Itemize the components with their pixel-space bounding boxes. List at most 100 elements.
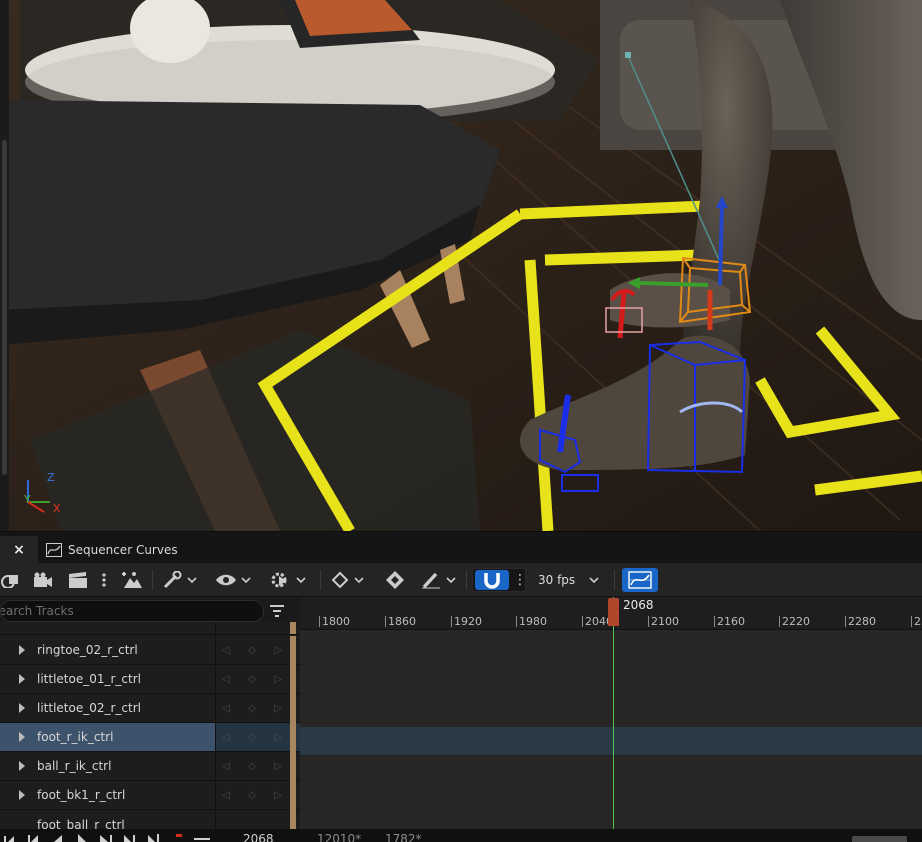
ruler-tick-label: 1860 bbox=[385, 615, 416, 628]
add-key-icon[interactable] bbox=[382, 568, 408, 592]
snap-toggle[interactable]: ⋮ bbox=[472, 568, 527, 592]
frame-rate-value: 30 fps bbox=[538, 573, 576, 587]
key-diamond-icon bbox=[331, 571, 364, 589]
current-frame-field[interactable]: 2068 bbox=[243, 832, 274, 842]
viewport-scene bbox=[0, 0, 922, 531]
timeline-row[interactable] bbox=[300, 752, 922, 781]
playhead-frame-label: 2068 bbox=[623, 598, 654, 612]
track-row[interactable]: ringtoe_01_r_ctrl bbox=[0, 622, 300, 635]
viewport-scrollbar[interactable] bbox=[2, 140, 7, 475]
level-viewport[interactable]: Z Y X bbox=[0, 0, 922, 531]
next-key-icon: ▷ bbox=[274, 673, 282, 685]
sequencer-toolbar: ⋮ 30 fps bbox=[0, 563, 922, 597]
tools-dropdown[interactable] bbox=[160, 568, 200, 592]
timeline-panel[interactable]: 1800 1860 1920 1980 2040 2100 2160 2220 … bbox=[300, 597, 922, 829]
curve-graph-icon bbox=[628, 571, 652, 589]
curve-editor-icon bbox=[46, 543, 62, 557]
visibility-dropdown[interactable] bbox=[214, 568, 254, 592]
key-navigation[interactable]: ◁ ◇ ▷ bbox=[222, 672, 282, 686]
expand-arrow-icon[interactable] bbox=[19, 761, 25, 771]
previous-key-icon: ◁ bbox=[222, 789, 230, 801]
add-key-icon: ◇ bbox=[248, 702, 256, 714]
ruler-tick-label: 2280 bbox=[845, 615, 876, 628]
timeline-row[interactable] bbox=[300, 694, 922, 723]
timeline-row[interactable] bbox=[300, 665, 922, 694]
track-row[interactable]: foot_ball_r_ctrl bbox=[0, 810, 300, 829]
expand-arrow-icon[interactable] bbox=[19, 645, 25, 655]
filter-icon[interactable] bbox=[268, 602, 286, 620]
next-key-icon: ▷ bbox=[274, 760, 282, 772]
timeline-scrollbar[interactable] bbox=[852, 836, 907, 842]
transport-bar: 2068 12010* 1782* bbox=[0, 829, 922, 842]
next-key-icon: ▷ bbox=[274, 644, 282, 656]
frame-rate-select[interactable]: 30 fps bbox=[530, 568, 610, 592]
track-outliner: Search Tracks ringtoe_01_r_ctrl ringtoe_… bbox=[0, 597, 300, 829]
previous-key-icon: ◁ bbox=[222, 731, 230, 743]
ruler-tick-label: 1980 bbox=[516, 615, 547, 628]
key-navigation[interactable]: ◁ ◇ ▷ bbox=[222, 759, 282, 773]
track-row[interactable]: ball_r_ik_ctrl ◁ ◇ ▷ bbox=[0, 752, 300, 781]
playhead-line[interactable] bbox=[613, 597, 614, 829]
next-key-icon: ▷ bbox=[274, 702, 282, 714]
clapper-icon[interactable] bbox=[66, 568, 90, 592]
ruler-tick-label: 1920 bbox=[451, 615, 482, 628]
eye-icon bbox=[216, 574, 251, 586]
track-row[interactable]: littletoe_01_r_ctrl ◁ ◇ ▷ bbox=[0, 665, 300, 694]
end-frame-field[interactable]: 1782* bbox=[385, 832, 422, 842]
save-icon[interactable] bbox=[0, 568, 20, 592]
expand-arrow-icon[interactable] bbox=[19, 674, 25, 684]
tab-bar: × Sequencer Curves bbox=[0, 531, 922, 564]
magnet-icon[interactable] bbox=[475, 570, 509, 590]
ruler-tick-label: 2340 bbox=[911, 615, 922, 628]
chevron-down-icon bbox=[589, 577, 599, 584]
track-row[interactable]: ringtoe_02_r_ctrl ◁ ◇ ▷ bbox=[0, 636, 300, 665]
add-key-icon: ◇ bbox=[248, 673, 256, 685]
viewport-left-bar bbox=[0, 0, 9, 531]
key-navigation[interactable]: ◁ ◇ ▷ bbox=[222, 701, 282, 715]
axis-z-label: Z bbox=[47, 471, 55, 484]
playback-dropdown[interactable] bbox=[268, 568, 310, 592]
timeline-row[interactable] bbox=[300, 781, 922, 810]
ruler-tick-label: 2220 bbox=[779, 615, 810, 628]
playhead-marker[interactable] bbox=[608, 598, 619, 626]
axis-gizmo: Z Y X bbox=[20, 470, 70, 520]
expand-arrow-icon[interactable] bbox=[19, 790, 25, 800]
search-tracks-input[interactable]: Search Tracks bbox=[0, 600, 264, 622]
key-navigation[interactable]: ◁ ◇ ▷ bbox=[222, 643, 282, 657]
add-key-icon: ◇ bbox=[248, 760, 256, 772]
previous-key-icon: ◁ bbox=[222, 644, 230, 656]
snap-options-icon[interactable]: ⋮ bbox=[513, 572, 527, 588]
axis-x-label: X bbox=[53, 502, 61, 515]
tab-label: Sequencer Curves bbox=[68, 543, 178, 557]
close-tab-button[interactable]: × bbox=[0, 536, 38, 564]
gear-play-icon bbox=[271, 572, 306, 588]
track-row[interactable]: foot_bk1_r_ctrl ◁ ◇ ▷ bbox=[0, 781, 300, 810]
timeline-row[interactable] bbox=[300, 636, 922, 665]
key-dropdown[interactable] bbox=[330, 568, 368, 592]
ruler-tick-label: 2100 bbox=[648, 615, 679, 628]
start-frame-field[interactable]: 12010* bbox=[317, 832, 361, 842]
camera-icon[interactable] bbox=[32, 568, 54, 592]
tab-sequencer-curves[interactable]: Sequencer Curves bbox=[38, 536, 186, 564]
transport-controls[interactable] bbox=[0, 831, 215, 842]
render-movie-icon[interactable] bbox=[120, 568, 146, 592]
key-navigation[interactable]: ◁ ◇ ▷ bbox=[222, 730, 282, 744]
edit-dropdown[interactable] bbox=[420, 568, 460, 592]
add-key-icon: ◇ bbox=[248, 731, 256, 743]
previous-key-icon: ◁ bbox=[222, 702, 230, 714]
expand-arrow-icon[interactable] bbox=[19, 732, 25, 742]
ruler-tick-label: 2160 bbox=[714, 615, 745, 628]
ruler-tick-label: 1800 bbox=[319, 615, 350, 628]
expand-arrow-icon[interactable] bbox=[19, 703, 25, 713]
key-navigation[interactable]: ◁ ◇ ▷ bbox=[222, 788, 282, 802]
previous-key-icon: ◁ bbox=[222, 673, 230, 685]
track-row-selected[interactable]: foot_r_ik_ctrl ◁ ◇ ▷ bbox=[0, 723, 300, 752]
more-options-icon[interactable] bbox=[98, 568, 110, 592]
add-key-icon: ◇ bbox=[248, 789, 256, 801]
track-row[interactable]: littletoe_02_r_ctrl ◁ ◇ ▷ bbox=[0, 694, 300, 723]
curve-editor-button[interactable] bbox=[622, 568, 658, 592]
next-key-icon: ▷ bbox=[274, 789, 282, 801]
add-key-icon: ◇ bbox=[248, 644, 256, 656]
pencil-icon bbox=[422, 572, 456, 589]
next-key-icon: ▷ bbox=[274, 731, 282, 743]
